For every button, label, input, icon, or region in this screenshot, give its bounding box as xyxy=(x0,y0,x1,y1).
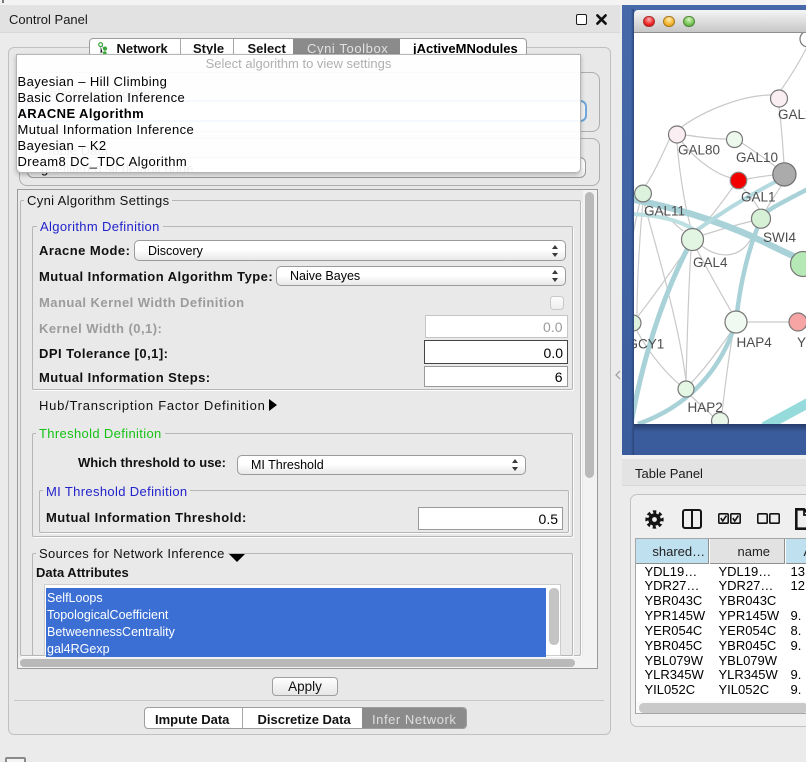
svg-text:GAL10: GAL10 xyxy=(736,150,778,165)
svg-text:YJR048W: YJR048W xyxy=(797,335,806,350)
svg-text:GAL1: GAL1 xyxy=(741,190,776,205)
svg-text:GAL4: GAL4 xyxy=(693,255,728,270)
svg-text:GAL2: GAL2 xyxy=(778,107,806,122)
svg-text:SWI4: SWI4 xyxy=(763,230,796,245)
svg-text:HAP2: HAP2 xyxy=(688,400,723,415)
svg-text:GAL80: GAL80 xyxy=(678,143,720,158)
svg-text:GAL11: GAL11 xyxy=(644,204,685,219)
svg-text:HAP4: HAP4 xyxy=(737,335,773,350)
svg-text:GCY1: GCY1 xyxy=(634,337,664,352)
